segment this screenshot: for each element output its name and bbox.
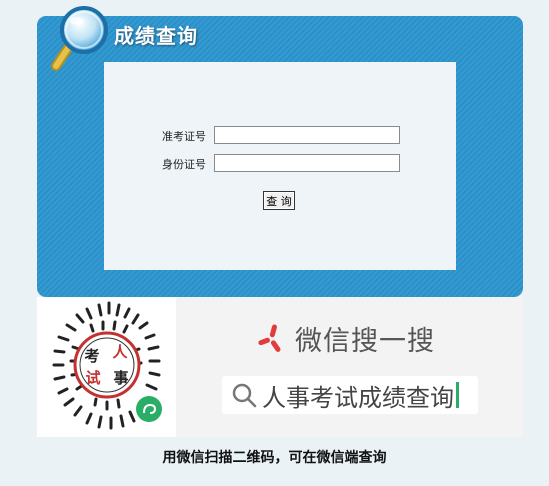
panel-title: 成绩查询 — [114, 24, 198, 48]
wechat-search-brand: 微信搜一搜 — [255, 318, 435, 358]
wechat-search-logo-icon — [258, 324, 281, 352]
magnifier-icon — [51, 6, 108, 71]
qr-char-shi2: 事 — [113, 369, 128, 387]
qr-char-kao: 考 — [84, 347, 99, 365]
qr-char-shi: 试 — [85, 369, 100, 387]
wechat-search-text: 人事考试成绩查询 — [262, 383, 454, 412]
text-cursor — [456, 382, 459, 408]
id-card-row: 身份证号 — [104, 154, 456, 174]
qr-code-icon: 考 人 试 事 — [52, 301, 162, 430]
exam-id-label: 准考证号 — [162, 130, 206, 143]
qr-char-ren: 人 — [112, 343, 128, 361]
id-card-label: 身份证号 — [162, 158, 206, 171]
footer-instruction: 用微信扫描二维码，可在微信端查询 — [162, 450, 387, 466]
wechat-search-label: 微信搜一搜 — [295, 325, 435, 357]
id-card-input[interactable] — [214, 154, 400, 172]
exam-id-row: 准考证号 — [104, 126, 456, 146]
query-button[interactable]: 查 询 — [263, 191, 295, 210]
mini-program-icon — [136, 396, 162, 422]
wechat-qr-code: 考 人 试 事 — [37, 297, 176, 437]
wechat-search-box: 人事考试成绩查询 — [222, 376, 478, 414]
query-form: 准考证号 身份证号 查 询 — [104, 62, 456, 270]
exam-id-input[interactable] — [214, 126, 400, 144]
search-icon — [232, 383, 257, 408]
